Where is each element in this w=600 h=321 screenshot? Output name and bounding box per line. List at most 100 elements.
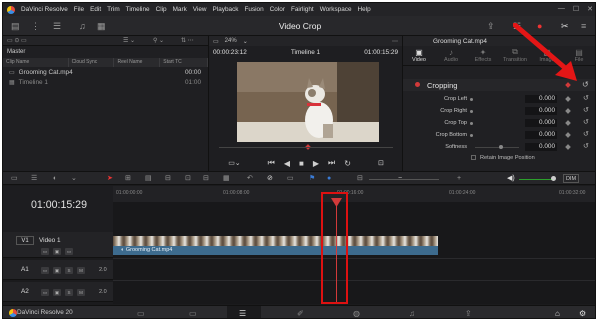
play-icon[interactable]: ▶ — [313, 159, 319, 168]
timeline-ruler[interactable]: 01:00:00:00 01:00:08:00 01:00:16:00 01:0… — [113, 186, 595, 202]
keyframe-icon[interactable] — [565, 82, 571, 88]
menu-edit[interactable]: Edit — [90, 6, 101, 13]
replace-icon[interactable]: ▦ — [223, 175, 230, 183]
dynamic-trim-icon[interactable]: ▤ — [145, 175, 152, 183]
video-clip[interactable] — [113, 236, 438, 246]
retain-image-position-row[interactable]: Retain Image Position — [471, 155, 535, 161]
crop-left-value[interactable]: 0.000 — [525, 95, 557, 103]
reset-icon[interactable]: ↺ — [582, 80, 589, 89]
slider-handle[interactable] — [551, 176, 556, 181]
menu-workspace[interactable]: Workspace — [320, 6, 352, 13]
video-frame[interactable] — [237, 62, 379, 142]
zoom-fit-icon[interactable]: ⊟ — [357, 175, 363, 183]
blade-icon[interactable]: ⊟ — [165, 175, 171, 183]
menu-app-name[interactable]: DaVinci Resolve — [21, 6, 68, 13]
keyframe-icon[interactable] — [565, 132, 571, 138]
pointer-icon[interactable]: ➤ — [107, 175, 113, 183]
media-page-icon[interactable]: ▭ — [137, 309, 145, 318]
fusion-page-icon[interactable]: ✐ — [297, 309, 304, 318]
search-icon[interactable]: ⚲ ⌄ — [153, 37, 164, 44]
menu-clip[interactable]: Clip — [156, 6, 167, 13]
auto-select-icon[interactable]: ▣ — [53, 267, 61, 274]
trim-icon[interactable]: ⊞ — [125, 175, 131, 183]
section-enable-icon[interactable] — [415, 82, 420, 87]
keyframe-icon[interactable] — [565, 108, 571, 114]
volume-icon[interactable]: ◀) — [507, 175, 515, 183]
menu-timeline[interactable]: Timeline — [126, 6, 150, 13]
keyframe-icon[interactable] — [565, 120, 571, 126]
softness-value[interactable]: 0.000 — [525, 143, 557, 151]
keyframe-icon[interactable] — [565, 144, 571, 150]
go-to-end-icon[interactable]: ⏭ — [328, 158, 335, 168]
snapping-icon[interactable]: ↶ — [247, 175, 253, 183]
mute-icon[interactable]: M — [77, 289, 85, 296]
timeline-view-icon[interactable]: ▭ — [11, 175, 18, 183]
viewer-mode-icon[interactable]: ▭ — [213, 38, 219, 45]
mute-icon[interactable]: M — [77, 267, 85, 274]
viewer-zoom[interactable]: 24% — [225, 38, 237, 44]
flag-icon[interactable]: ⚑ — [309, 175, 315, 183]
match-frame-icon[interactable]: ⊡ — [378, 159, 384, 167]
menu-mark[interactable]: Mark — [173, 6, 187, 13]
solo-icon[interactable]: S — [65, 267, 73, 274]
track-name[interactable]: Video 1 — [39, 237, 61, 244]
crop-right-value[interactable]: 0.000 — [525, 107, 557, 115]
media-pool-row[interactable]: ▦ Timeline 1 01:00 — [3, 77, 208, 87]
reset-icon[interactable]: ↺ — [583, 118, 589, 126]
viewer-overlay-icon[interactable]: ▭⌄ — [228, 159, 240, 167]
menu-trim[interactable]: Trim — [107, 6, 120, 13]
slider-handle[interactable] — [470, 98, 473, 101]
edit-page-icon[interactable]: ☰ — [239, 309, 246, 318]
insert-icon[interactable]: ⊡ — [185, 175, 191, 183]
position-lock-icon[interactable]: ▭ — [287, 175, 294, 183]
sort-icon[interactable]: ⇅ ⋯ — [181, 37, 194, 44]
reset-icon[interactable]: ↺ — [583, 142, 589, 150]
menu-view[interactable]: View — [193, 6, 207, 13]
folder-master[interactable]: Master — [3, 46, 208, 58]
disable-track-icon[interactable]: ▭ — [65, 248, 73, 255]
slider-handle[interactable] — [470, 134, 473, 137]
crop-bottom-value[interactable]: 0.000 — [525, 131, 557, 139]
home-icon[interactable]: ⌂ — [555, 309, 560, 318]
maximize-icon[interactable]: ☐ — [573, 5, 579, 13]
link-icon[interactable]: ⊘ — [267, 175, 273, 183]
menu-color[interactable]: Color — [270, 6, 285, 13]
dim-button[interactable]: DIM — [563, 174, 579, 183]
track-height-icon[interactable]: ☰ — [31, 175, 37, 183]
timeline-name[interactable]: Timeline 1 — [291, 49, 320, 56]
viewer-scrub-bar[interactable] — [219, 147, 393, 148]
timeline-options-icon[interactable]: ⌄ — [71, 175, 77, 183]
track-id[interactable]: A1 — [21, 266, 29, 273]
list-view-icon[interactable]: ☰ ⌄ — [123, 37, 135, 44]
solo-icon[interactable]: S — [65, 289, 73, 296]
crop-top-value[interactable]: 0.000 — [525, 119, 557, 127]
color-page-icon[interactable]: ◍ — [353, 309, 360, 318]
audio-clip[interactable]: ◐ Grooming Cat.mp4 — [113, 246, 438, 255]
lock-track-icon[interactable]: ▭ — [41, 289, 49, 296]
lock-track-icon[interactable]: ▭ — [41, 267, 49, 274]
deliver-page-icon[interactable]: ⇪ — [465, 309, 472, 318]
timeline-tracks[interactable]: ◐ Grooming Cat.mp4 — [113, 198, 595, 304]
menu-fusion[interactable]: Fusion — [244, 6, 263, 13]
zoom-in-icon[interactable]: + — [457, 175, 461, 183]
auto-select-icon[interactable]: ▣ — [53, 248, 61, 255]
col-cloud-sync[interactable]: Cloud Sync — [69, 58, 115, 67]
marker-icon[interactable]: ● — [327, 175, 331, 183]
keyframe-icon[interactable] — [565, 96, 571, 102]
col-reel-name[interactable]: Reel Name — [114, 58, 161, 67]
go-to-start-icon[interactable]: ⏮ — [268, 158, 275, 168]
minimize-icon[interactable]: — — [558, 5, 565, 13]
tab-video[interactable]: ▣ Video — [403, 48, 435, 65]
slider-handle[interactable] — [470, 110, 473, 113]
menu-file[interactable]: File — [74, 6, 84, 13]
zoom-out-icon[interactable]: − — [398, 175, 402, 183]
tab-effects[interactable]: ✦ Effects — [467, 48, 499, 65]
reset-icon[interactable]: ↺ — [583, 106, 589, 114]
softness-slider-track[interactable] — [475, 147, 519, 148]
fairlight-page-icon[interactable]: ♫ — [409, 309, 415, 318]
reset-icon[interactable]: ↺ — [583, 94, 589, 102]
list-view-icon[interactable]: ▭ ⊙ ▭ — [7, 37, 27, 44]
media-pool-row[interactable]: ▭ Grooming Cat.mp4 00:00 — [3, 67, 208, 77]
volume-slider[interactable] — [519, 179, 555, 180]
col-clip-name[interactable]: Clip Name — [3, 58, 69, 67]
